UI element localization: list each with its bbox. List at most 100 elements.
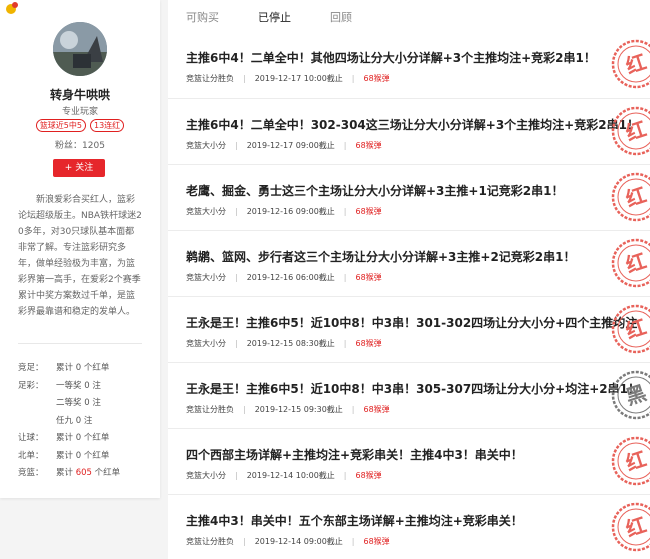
plan-title[interactable]: 主推4中3！串关中！五个东部主场详解+主推均注+竞彩串关！ (186, 512, 523, 529)
user-role: 专业玩家 (61, 107, 98, 117)
divider (18, 343, 142, 344)
plan-category: 竞篮大小分 (186, 141, 226, 150)
plan-category: 竞篮大小分 (186, 207, 226, 216)
record-key: 竞足： (18, 363, 44, 373)
record-post: 个红单 (83, 450, 110, 461)
plan-meta: 竞篮大小分 | 2019-12-15 08:30截止 | 68猴弹 (186, 338, 382, 349)
meta-separator: | (343, 339, 347, 348)
username: 转身牛哄哄 (49, 88, 110, 102)
plan-meta: 竞篮让分胜负 | 2019-12-17 10:00截止 | 68猴弹 (186, 73, 390, 84)
plan-item[interactable]: 主推4中3！串关中！五个东部主场详解+主推均注+竞彩串关！ 竞篮让分胜负 | 2019… (168, 494, 650, 559)
record-pre: 累计 (56, 433, 74, 443)
plan-item[interactable]: 主推6中4！二单全中！其他四场让分大小分详解+3个主推均注+竞彩2串1！ 竞篮让分… (168, 32, 650, 98)
tab-stopped[interactable]: 已停止 (258, 9, 291, 25)
record-row: 任九 0 注 (18, 414, 92, 426)
plan-meta: 竞篮大小分 | 2019-12-14 10:00截止 | 68猴弹 (186, 470, 382, 481)
meta-separator: | (343, 471, 347, 480)
plan-deadline: 2019-12-15 08:30截止 (246, 339, 335, 348)
plan-title[interactable]: 老鹰、掘金、勇士这三个主场让分大小分详解+3主推+1记竞彩2串1！ (186, 182, 564, 199)
meta-separator: | (343, 207, 347, 216)
record-post: 注 (92, 380, 101, 391)
plan-meta: 竞篮大小分 | 2019-12-16 06:00截止 | 68猴弹 (186, 272, 382, 283)
plan-title[interactable]: 王永是王！主推6中5！近10中8！中3串！301-302四场让分大小分+四个主推… (186, 314, 637, 331)
tab-review[interactable]: 回顾 (330, 9, 352, 25)
plan-price: 68猴弹 (355, 141, 382, 150)
result-stamp-icon: 黑 (611, 370, 650, 420)
meta-separator: | (243, 74, 246, 83)
record-row: 竞足： 累计 0 个红单 (18, 361, 109, 373)
record-pre: 累计 (56, 363, 74, 373)
profile-sidebar: 转身牛哄哄 专业玩家 篮球近5中5 13连红 粉丝：1205 + 关注 新浪爱彩… (0, 0, 160, 498)
stamp-label: 黑 (623, 380, 649, 409)
meta-separator: | (351, 405, 355, 414)
meta-separator: | (351, 537, 355, 546)
record-key: 足彩： (18, 380, 44, 391)
plan-price: 68猴弹 (363, 537, 390, 546)
plan-category: 竞篮让分胜负 (186, 405, 234, 414)
record-post: 个红单 (94, 468, 121, 478)
fans-count: 粉丝：1205 (55, 141, 105, 151)
meta-separator: | (351, 74, 355, 83)
plan-item[interactable]: 鹈鹕、篮网、步行者这三个主场让分大小分详解+3主推+2记竞彩2串1！ 竞篮大小分 |… (168, 230, 650, 297)
meta-separator: | (235, 273, 238, 282)
result-stamp-icon: 红 (611, 238, 650, 288)
plan-title[interactable]: 主推6中4！二单全中！其他四场让分大小分详解+3个主推均注+竞彩2串1！ (186, 49, 596, 66)
record-row: 北单： 累计 0 个红单 (18, 449, 109, 461)
plan-title[interactable]: 鹈鹕、篮网、步行者这三个主场让分大小分详解+3主推+2记竞彩2串1！ (186, 248, 576, 265)
plan-meta: 竞篮让分胜负 | 2019-12-14 09:00截止 | 68猴弹 (186, 536, 390, 547)
plan-item[interactable]: 主推6中4！二单全中！302-304这三场让分大小分详解+3个主推均注+竞彩2串… (168, 98, 650, 165)
tab-available[interactable]: 可购买 (186, 9, 219, 25)
record-row: 足彩： 一等奖 0 注 (18, 379, 101, 391)
record-value: 605 (75, 468, 92, 478)
stamp-label: 红 (623, 248, 649, 277)
meta-separator: | (235, 141, 238, 150)
record-row: 让球： 累计 0 个红单 (18, 431, 109, 443)
avatar[interactable] (53, 22, 107, 76)
plan-category: 竞篮大小分 (186, 273, 226, 282)
meta-separator: | (235, 471, 238, 480)
record-value: 0 (84, 398, 90, 408)
plan-item[interactable]: 老鹰、掘金、勇士这三个主场让分大小分详解+3主推+1记竞彩2串1！ 竞篮大小分 | 2… (168, 164, 650, 231)
record-key: 竞篮： (18, 468, 44, 478)
plan-deadline: 2019-12-17 09:00截止 (246, 141, 335, 150)
record-pre: 累计 (56, 450, 74, 461)
meta-separator: | (243, 405, 246, 414)
plan-price: 68猴弹 (363, 405, 390, 414)
plan-price: 68猴弹 (355, 339, 382, 348)
record-value: 0 (75, 415, 82, 426)
plan-price: 68猴弹 (355, 273, 382, 282)
plan-meta: 竞篮大小分 | 2019-12-17 09:00截止 | 68猴弹 (186, 140, 382, 151)
streak-badge: 篮球近5中5 (35, 119, 86, 132)
follow-button[interactable]: + 关注 (53, 159, 105, 177)
meta-separator: | (343, 141, 347, 150)
stamp-label: 红 (623, 314, 649, 343)
plan-item[interactable]: 王永是王！主推6中5！近10中8！中3串！305-307四场让分大小分+均注+2… (168, 362, 650, 429)
record-row: 二等奖 0 注 (18, 396, 101, 408)
record-key: 北单： (18, 450, 44, 461)
plan-list: 主推6中4！二单全中！其他四场让分大小分详解+3个主推均注+竞彩2串1！ 竞篮让分… (168, 32, 650, 559)
plan-deadline: 2019-12-17 10:00截止 (254, 74, 343, 83)
tab-bar: 可购买 已停止 回顾 (168, 0, 650, 32)
plan-item[interactable]: 王永是王！主推6中5！近10中8！中3串！301-302四场让分大小分+四个主推… (168, 296, 650, 363)
meta-separator: | (343, 273, 347, 282)
record-pre: 二等奖 (56, 398, 82, 408)
stamp-label: 红 (623, 512, 649, 541)
meta-separator: | (243, 537, 246, 546)
plan-title[interactable]: 王永是王！主推6中5！近10中8！中3串！305-307四场让分大小分+均注+2… (186, 380, 640, 397)
plan-title[interactable]: 主推6中4！二单全中！302-304这三场让分大小分详解+3个主推均注+竞彩2串… (186, 116, 639, 133)
plan-deadline: 2019-12-15 09:30截止 (254, 405, 343, 414)
record-pre: 一等奖 (56, 380, 82, 391)
stamp-label: 红 (623, 182, 649, 211)
record-pre: 任九 (56, 415, 74, 426)
plan-title[interactable]: 四个西部主场详解+主推均注+竞彩串关！主推4中3！串关中！ (186, 446, 523, 463)
plan-item[interactable]: 四个西部主场详解+主推均注+竞彩串关！主推4中3！串关中！ 竞篮大小分 | 2019-… (168, 428, 650, 495)
result-stamp-icon: 红 (611, 436, 650, 486)
plan-price: 68猴弹 (355, 207, 382, 216)
record-pre: 累计 (56, 468, 74, 478)
record-key: 让球： (18, 433, 44, 443)
record-value: 0 (75, 450, 82, 461)
record-value: 0 (75, 363, 82, 373)
plan-deadline: 2019-12-16 06:00截止 (246, 273, 335, 282)
result-stamp-icon: 红 (611, 39, 650, 89)
meta-separator: | (235, 339, 238, 348)
